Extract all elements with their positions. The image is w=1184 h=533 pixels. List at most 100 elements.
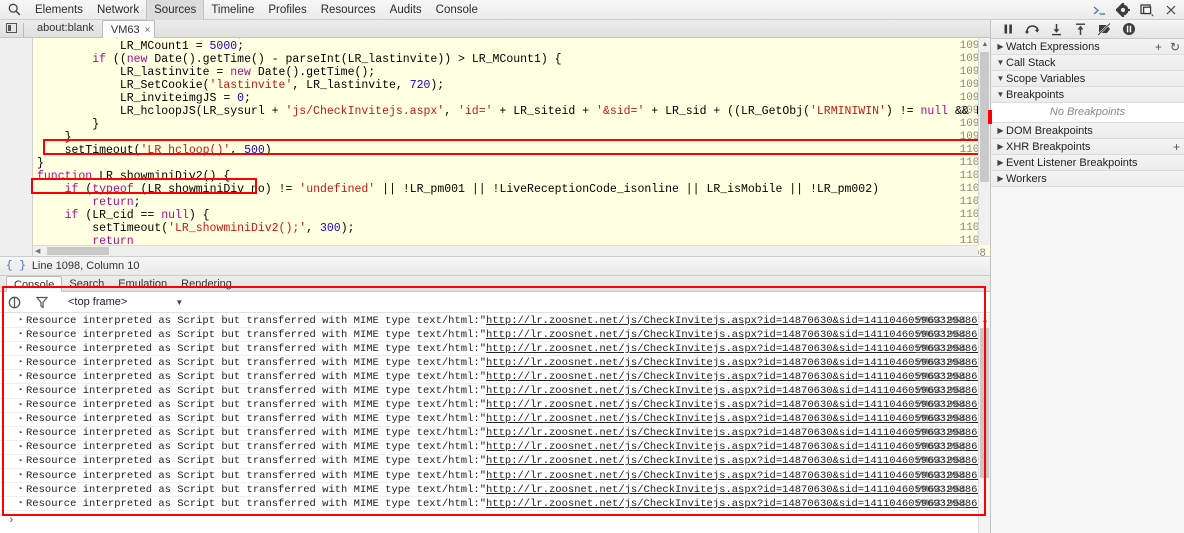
sidebar-section-watch-expressions[interactable]: ▶ Watch Expressions + ↻ — [991, 39, 1184, 55]
source-horizontal-scrollbar[interactable]: ◀ — [33, 245, 978, 256]
code-line[interactable]: LR_inviteimgJS = 0; — [37, 92, 251, 105]
console-message-row[interactable]: ▸ Resource interpreted as Script but tran… — [0, 483, 978, 498]
console-message-url[interactable]: http://lr.zoosnet.net/js/CheckInvitejs.a… — [486, 441, 978, 453]
console-message-source-link[interactable]: VM63:954 — [916, 385, 966, 397]
gear-icon[interactable] — [1112, 0, 1134, 20]
menu-tab-console[interactable]: Console — [429, 0, 485, 20]
menu-tab-resources[interactable]: Resources — [314, 0, 383, 20]
code-line[interactable]: setTimeout('LR_hcloop()', 500) — [37, 144, 272, 157]
console-message-source-link[interactable]: VM63:954 — [916, 343, 966, 355]
editor-tab-about-blank[interactable]: about:blank — [29, 19, 102, 37]
source-vertical-scrollbar[interactable]: ▲ — [978, 38, 990, 245]
console-message-row[interactable]: ▸ Resource interpreted as Script but tran… — [0, 328, 978, 343]
code-line[interactable]: LR_MCount1 = 5000; — [37, 40, 244, 53]
drawer-tab-emulation[interactable]: Emulation — [111, 276, 174, 292]
refresh-button[interactable]: ↻ — [1170, 40, 1180, 54]
code-line[interactable]: } — [37, 131, 72, 144]
menu-tab-profiles[interactable]: Profiles — [261, 0, 313, 20]
sidebar-section-workers[interactable]: ▶ Workers — [991, 171, 1184, 187]
menu-tab-network[interactable]: Network — [90, 0, 146, 20]
console-message-row[interactable]: ▸ Resource interpreted as Script but tran… — [0, 342, 978, 357]
console-message-url[interactable]: http://lr.zoosnet.net/js/CheckInvitejs.a… — [486, 385, 978, 397]
console-message-row[interactable]: ▸ Resource interpreted as Script but tran… — [0, 356, 978, 371]
console-message-url[interactable]: http://lr.zoosnet.net/js/CheckInvitejs.a… — [486, 413, 978, 425]
expand-arrow-icon[interactable]: ▸ — [19, 329, 23, 338]
expand-arrow-icon[interactable]: ▸ — [19, 400, 23, 409]
search-icon[interactable] — [0, 0, 28, 20]
console-message-url[interactable]: http://lr.zoosnet.net/js/CheckInvitejs.a… — [486, 498, 978, 510]
code-line[interactable]: LR_lastinvite = new Date().getTime(); — [37, 66, 375, 79]
console-message-url[interactable]: http://lr.zoosnet.net/js/CheckInvitejs.a… — [486, 371, 978, 383]
console-message-row[interactable]: ▸ Resource interpreted as Script but tran… — [0, 384, 978, 399]
sidebar-section-dom-breakpoints[interactable]: ▶ DOM Breakpoints — [991, 123, 1184, 139]
console-message-row[interactable]: ▸ Resource interpreted as Script but tran… — [0, 469, 978, 484]
console-message-row[interactable]: ▸ Resource interpreted as Script but tran… — [0, 370, 978, 385]
chevron-down-icon[interactable]: ▼ — [995, 90, 1006, 99]
expand-arrow-icon[interactable]: ▸ — [19, 484, 23, 493]
chevron-right-icon[interactable]: ▶ — [995, 142, 1006, 151]
step-into-button[interactable] — [1045, 20, 1068, 39]
console-message-source-link[interactable]: VM63:954 — [916, 441, 966, 453]
add-button[interactable]: + — [1173, 140, 1180, 154]
console-message-url[interactable]: http://lr.zoosnet.net/js/CheckInvitejs.a… — [486, 484, 978, 496]
console-message-url[interactable]: http://lr.zoosnet.net/js/CheckInvitejs.a… — [486, 357, 978, 369]
console-message-row[interactable]: ▸ Resource interpreted as Script but tran… — [0, 399, 978, 413]
close-icon[interactable] — [1160, 0, 1182, 20]
sidebar-section-call-stack[interactable]: ▼ Call Stack — [991, 55, 1184, 71]
code-line[interactable]: } — [37, 157, 44, 170]
step-out-button[interactable] — [1069, 20, 1092, 39]
console-message-row[interactable]: ▸ Resource interpreted as Script but tran… — [0, 441, 978, 455]
console-message-row[interactable]: ▸ Resource interpreted as Script but tran… — [0, 314, 978, 329]
console-message-source-link[interactable]: VM63:954 — [916, 371, 966, 383]
console-message-source-link[interactable]: VM63:954 — [916, 357, 966, 369]
console-message-row[interactable]: ▸ Resource interpreted as Script but tran… — [0, 455, 978, 470]
console-message-source-link[interactable]: VM63:954 — [916, 427, 966, 439]
drawer-tab-search[interactable]: Search — [62, 276, 111, 292]
sidebar-section-scope-variables[interactable]: ▼ Scope Variables — [991, 71, 1184, 87]
console-message-source-link[interactable]: VM63:954 — [916, 413, 966, 425]
code-line[interactable]: if ((new Date().getTime() - parseInt(LR_… — [37, 53, 561, 66]
console-message-row[interactable]: ▸ Resource interpreted as Script but tran… — [0, 497, 978, 512]
code-line[interactable]: return; — [37, 196, 140, 209]
filter-funnel-icon[interactable] — [34, 294, 50, 310]
console-vertical-scrollbar[interactable]: ▲ — [978, 314, 990, 533]
code-line[interactable]: function LR_showminiDiv2() { — [37, 170, 230, 183]
expand-arrow-icon[interactable]: ▸ — [19, 343, 23, 352]
console-message-source-link[interactable]: VM63:954 — [916, 455, 966, 467]
expand-arrow-icon[interactable]: ▸ — [19, 414, 23, 423]
console-message-source-link[interactable]: VM63:954 — [916, 399, 966, 411]
console-message-source-link[interactable]: VM63:954 — [916, 329, 966, 341]
chevron-right-icon[interactable]: ▶ — [995, 42, 1006, 51]
add-button[interactable]: + — [1155, 40, 1162, 54]
code-content[interactable]: LR_MCount1 = 5000; if ((new Date().getTi… — [33, 38, 978, 245]
editor-tab-vm63[interactable]: VM63 × — [101, 20, 156, 38]
console-message-url[interactable]: http://lr.zoosnet.net/js/CheckInvitejs.a… — [486, 427, 978, 439]
close-icon[interactable]: × — [145, 25, 151, 36]
chevron-right-icon[interactable]: ▶ — [995, 158, 1006, 167]
console-drawer-icon[interactable] — [1088, 0, 1110, 20]
hscroll-thumb[interactable] — [47, 247, 109, 255]
console-message-source-link[interactable]: VM63:954 — [916, 315, 966, 327]
menu-tab-elements[interactable]: Elements — [28, 0, 90, 20]
console-message-row[interactable]: ▸ Resource interpreted as Script but tran… — [0, 427, 978, 441]
expand-arrow-icon[interactable]: ▸ — [19, 428, 23, 437]
expand-arrow-icon[interactable]: ▸ — [19, 357, 23, 366]
console-message-source-link[interactable]: VM63:954 — [916, 498, 966, 510]
code-line[interactable]: LR_SetCookie('lastinvite', LR_lastinvite… — [37, 79, 444, 92]
sidebar-section-event-listener-breakpoints[interactable]: ▶ Event Listener Breakpoints — [991, 155, 1184, 171]
chevron-right-icon[interactable]: ▶ — [995, 126, 1006, 135]
chevron-right-icon[interactable]: ▶ — [995, 174, 1006, 183]
console-message-url[interactable]: http://lr.zoosnet.net/js/CheckInvitejs.a… — [486, 315, 978, 327]
pause-on-exceptions-button[interactable] — [1117, 20, 1140, 39]
code-line[interactable]: if (typeof (LR_showminiDiv_no) != 'undef… — [37, 183, 879, 196]
console-message-row[interactable]: ▸ Resource interpreted as Script but tran… — [0, 413, 978, 427]
code-line[interactable]: } — [37, 118, 99, 131]
menu-tab-timeline[interactable]: Timeline — [204, 0, 261, 20]
console-scroll-thumb[interactable] — [980, 328, 989, 478]
show-navigator-icon[interactable] — [0, 19, 22, 37]
sidebar-section-xhr-breakpoints[interactable]: ▶ XHR Breakpoints + — [991, 139, 1184, 155]
drawer-tab-rendering[interactable]: Rendering — [174, 276, 239, 292]
scroll-up-arrow[interactable]: ▲ — [979, 38, 990, 51]
sidebar-section-breakpoints[interactable]: ▼ Breakpoints — [991, 87, 1184, 103]
menu-tab-audits[interactable]: Audits — [383, 0, 429, 20]
